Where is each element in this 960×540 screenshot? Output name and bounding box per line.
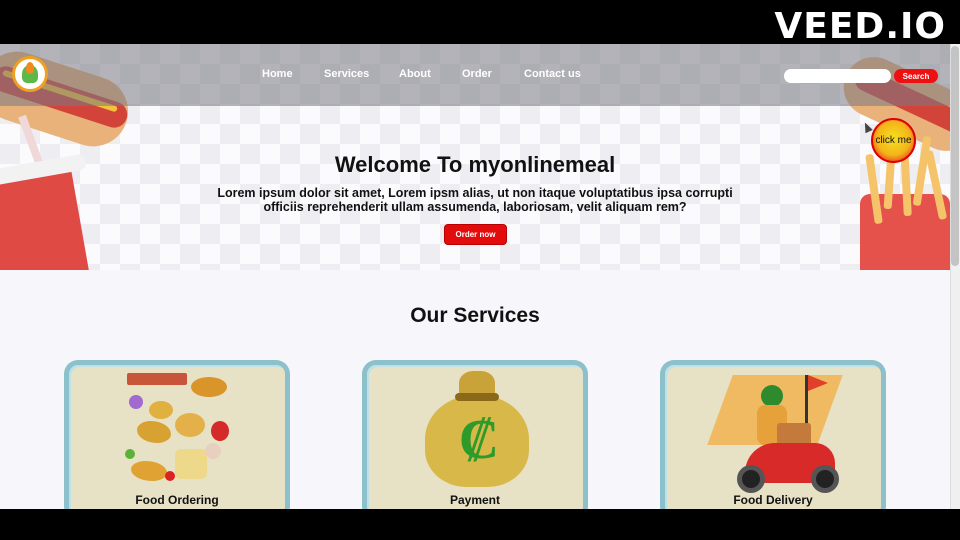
- nav-link-contact[interactable]: Contact us: [524, 68, 581, 80]
- bag-tie: [455, 393, 499, 401]
- burrito: [137, 421, 171, 443]
- search-input[interactable]: [784, 69, 891, 83]
- money-bag-icon: ₡: [367, 365, 583, 490]
- nachos-bowl: [191, 377, 227, 397]
- browser-viewport: Home Services About Order Contact us Sea…: [0, 44, 960, 509]
- scooter-wheel: [811, 465, 839, 493]
- video-letterbox-top: VEED.IO: [0, 0, 960, 47]
- card-title: Food Ordering: [135, 493, 219, 507]
- flags-garland: [127, 373, 187, 385]
- cheese: [175, 449, 207, 479]
- nav-link-services[interactable]: Services: [324, 68, 369, 80]
- rider-helmet: [761, 385, 783, 407]
- fries-box-illustration: [860, 135, 950, 270]
- veed-watermark: VEED.IO: [774, 6, 946, 47]
- page-scrollbar[interactable]: [950, 44, 960, 509]
- service-card-food-delivery[interactable]: Food Delivery: [660, 360, 886, 509]
- site-logo[interactable]: [12, 56, 48, 92]
- tomato: [165, 471, 175, 481]
- click-me-button[interactable]: click me: [871, 118, 916, 163]
- taco: [131, 461, 167, 481]
- order-now-button[interactable]: Order now: [444, 224, 507, 245]
- taco: [175, 413, 205, 437]
- taco: [149, 401, 173, 419]
- flag: [808, 375, 828, 391]
- video-letterbox-bottom: [0, 509, 960, 540]
- logo-flame-icon: [26, 62, 34, 74]
- pepper: [211, 421, 229, 441]
- service-card-food-ordering[interactable]: Food Ordering: [64, 360, 290, 509]
- service-card-payment[interactable]: ₡ Payment: [362, 360, 588, 509]
- nav-link-order[interactable]: Order: [462, 68, 492, 80]
- food-ordering-icon: [119, 373, 249, 483]
- scooter-wheel: [737, 465, 765, 493]
- search-button[interactable]: Search: [894, 69, 938, 83]
- nav-link-home[interactable]: Home: [262, 68, 293, 80]
- hero-section: Home Services About Order Contact us Sea…: [0, 44, 950, 270]
- delivery-scooter-icon: [665, 365, 881, 493]
- hero-description: Lorem ipsum dolor sit amet, Lorem ipsm a…: [217, 186, 733, 214]
- hero-title: Welcome To myonlinemeal: [334, 152, 616, 177]
- card-title: Food Delivery: [733, 493, 813, 507]
- navbar: Home Services About Order Contact us Sea…: [0, 44, 950, 106]
- garlic: [205, 443, 221, 459]
- colon-currency-icon: ₡: [458, 406, 500, 472]
- onion: [129, 395, 143, 409]
- lime: [125, 449, 135, 459]
- card-title: Payment: [449, 493, 501, 507]
- services-heading: Our Services: [410, 304, 540, 327]
- scrollbar-thumb[interactable]: [951, 46, 959, 266]
- nav-link-about[interactable]: About: [399, 68, 431, 80]
